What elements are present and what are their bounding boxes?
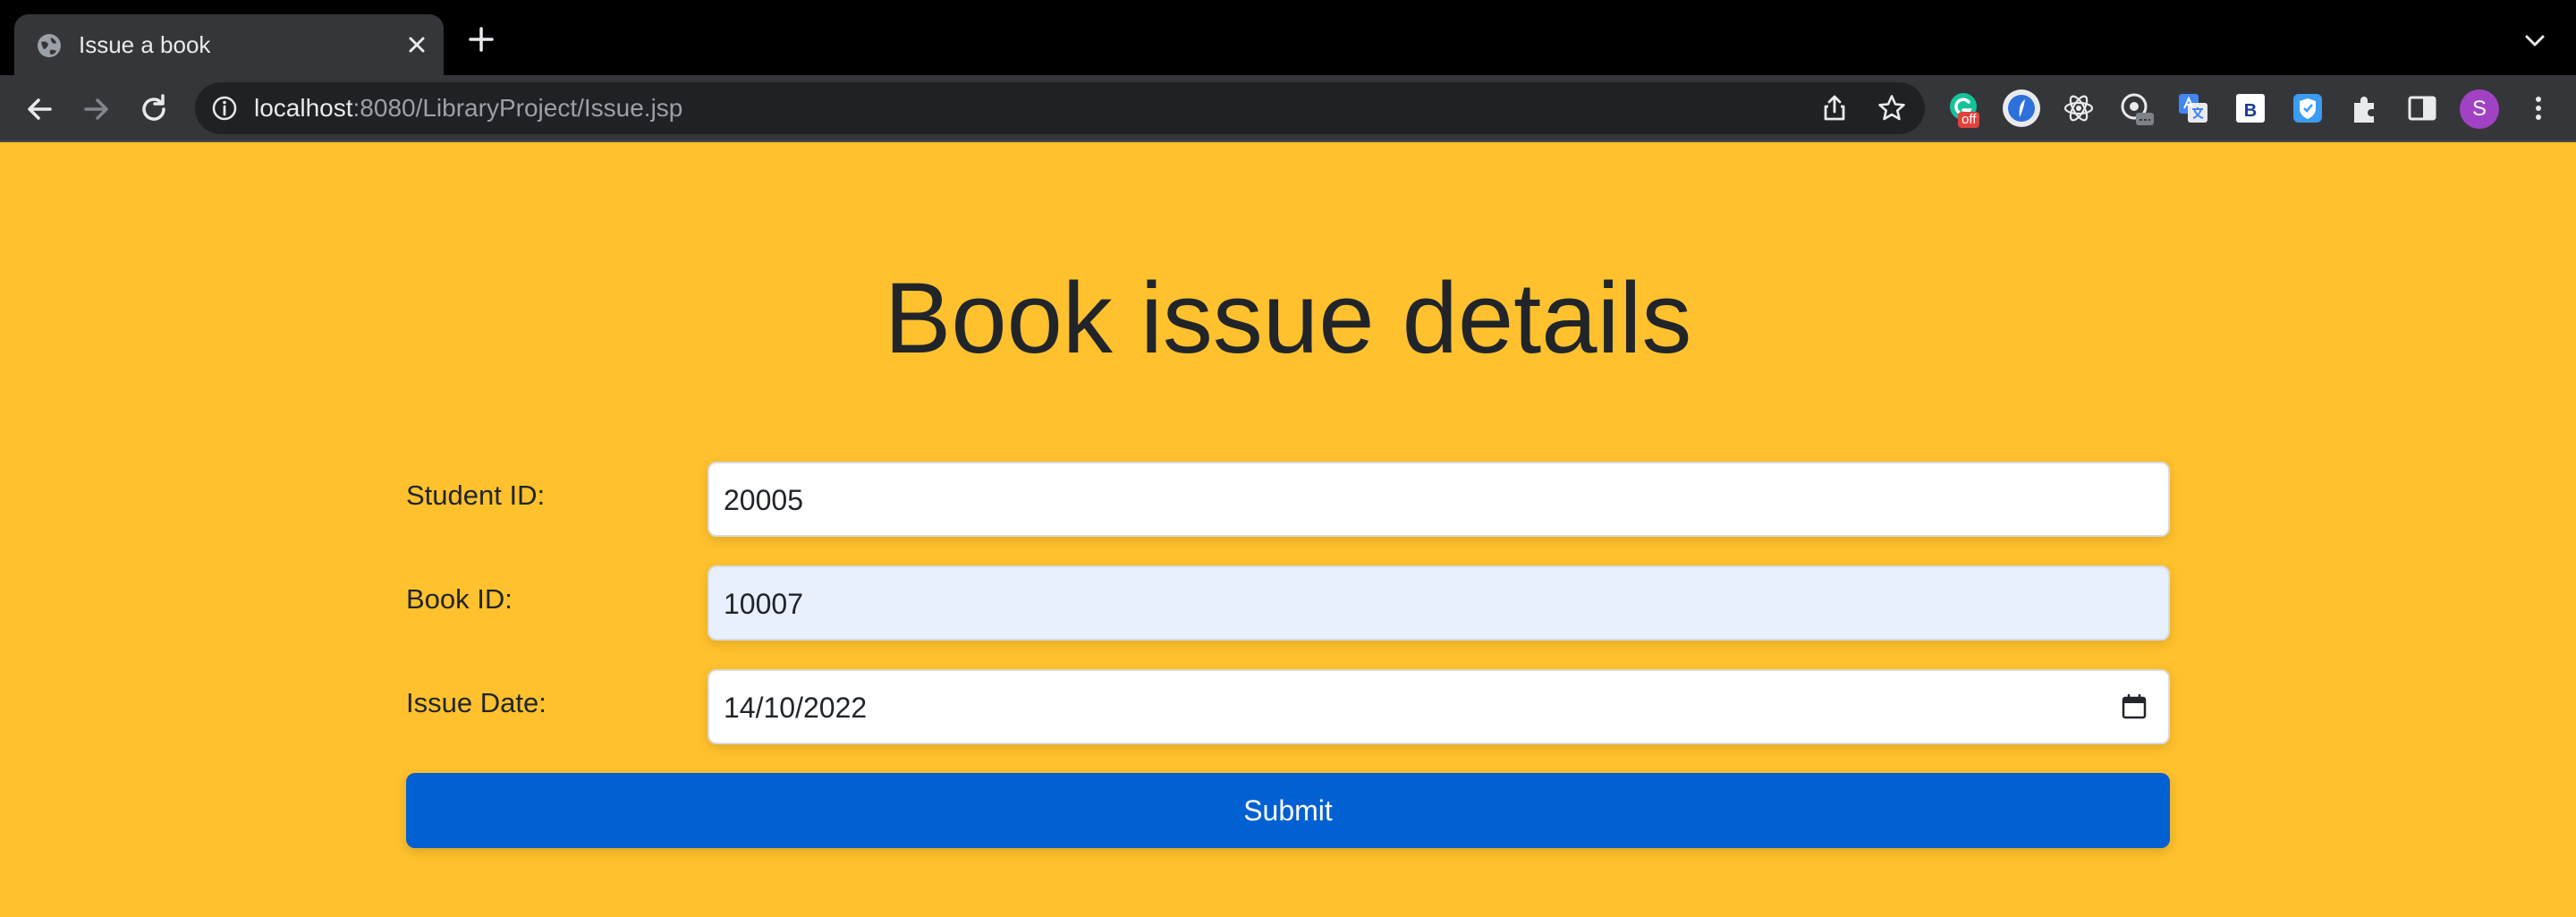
tab-strip: Issue a book	[0, 0, 2576, 75]
toolbar-divider	[0, 140, 2576, 142]
url-path: :8080/LibraryProject/Issue.jsp	[352, 94, 683, 122]
calendar-icon[interactable]	[2120, 692, 2148, 721]
book-id-input[interactable]: 10007	[708, 565, 2170, 641]
page-title: Book issue details	[884, 262, 1692, 374]
globe-icon	[38, 34, 61, 57]
plus-icon[interactable]	[465, 23, 497, 55]
address-bar[interactable]: localhost:8080/LibraryProject/Issue.jsp	[195, 82, 1925, 134]
more-vert-icon[interactable]	[2519, 89, 2558, 128]
puzzle-icon[interactable]	[2345, 89, 2385, 128]
forward-arrow-icon[interactable]	[79, 91, 114, 127]
tab-title: Issue a book	[79, 31, 211, 58]
info-icon[interactable]	[211, 95, 238, 122]
chevron-down-icon[interactable]	[2521, 27, 2549, 55]
side-panel-icon[interactable]	[2402, 89, 2442, 128]
star-icon[interactable]	[1877, 93, 1907, 123]
student-id-value: 20005	[724, 484, 803, 516]
translate-icon[interactable]	[2174, 89, 2213, 128]
student-id-label: Student ID:	[406, 480, 546, 511]
react-icon[interactable]	[2059, 89, 2098, 128]
reload-icon[interactable]	[136, 91, 172, 127]
issue-date-label: Issue Date:	[406, 687, 547, 718]
issue-date-value: 14/10/2022	[724, 692, 868, 724]
browser-tab[interactable]: Issue a book	[14, 14, 444, 75]
browser-toolbar: localhost:8080/LibraryProject/Issue.jsp …	[0, 75, 2576, 141]
grammarly-extension-icon[interactable]: off	[1945, 89, 1985, 128]
devtools-extension-icon[interactable]	[2002, 89, 2041, 128]
book-id-value: 10007	[724, 588, 803, 620]
svg-text:B: B	[2244, 101, 2257, 121]
issue-date-input[interactable]: 14/10/2022	[708, 669, 2170, 744]
extension-badge: off	[1958, 112, 1980, 128]
submit-button[interactable]: Submit	[406, 773, 2170, 848]
b-extension-icon[interactable]: B	[2231, 89, 2270, 128]
profile-avatar[interactable]: S	[2460, 89, 2499, 129]
share-icon[interactable]	[1819, 93, 1850, 123]
student-id-input[interactable]: 20005	[708, 462, 2170, 537]
url-text[interactable]: localhost:8080/LibraryProject/Issue.jsp	[254, 93, 682, 123]
close-icon[interactable]	[401, 29, 433, 61]
color-picker-extension-icon[interactable]	[2116, 89, 2156, 128]
eyedropper-icon	[2121, 93, 2154, 125]
book-id-label: Book ID:	[406, 583, 513, 615]
url-host: localhost	[254, 94, 353, 122]
shield-icon[interactable]	[2288, 89, 2327, 128]
back-arrow-icon[interactable]	[21, 91, 57, 127]
